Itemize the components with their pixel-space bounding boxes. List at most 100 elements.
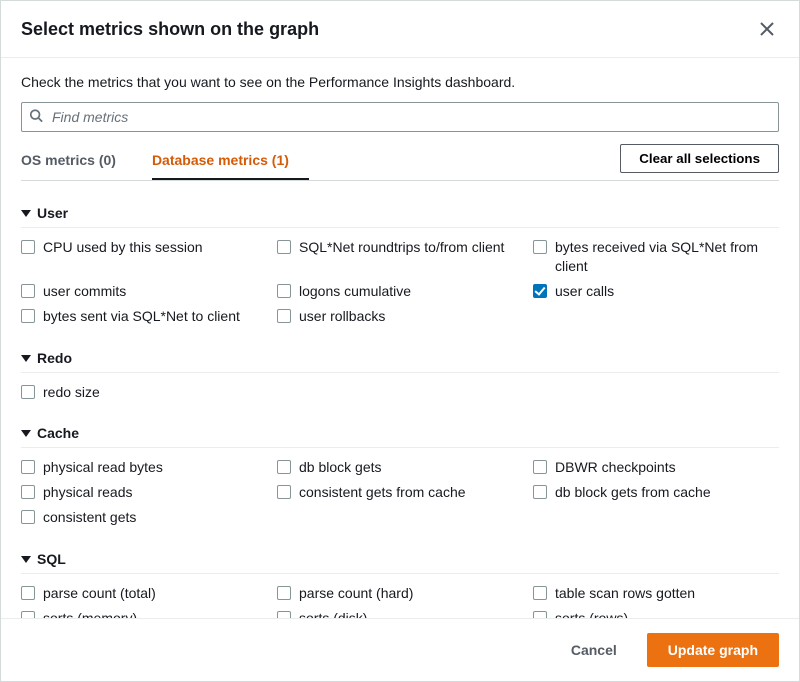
tabs-row: OS metrics (0) Database metrics (1) Clea… — [21, 142, 779, 181]
search-box — [21, 102, 779, 132]
metric-checkbox[interactable] — [533, 460, 547, 474]
metric-checkbox[interactable] — [21, 485, 35, 499]
metric-checkbox[interactable] — [533, 611, 547, 618]
instruction-text: Check the metrics that you want to see o… — [21, 74, 779, 90]
caret-down-icon — [21, 554, 31, 564]
metric-checkbox[interactable] — [277, 611, 291, 618]
metric-label: user rollbacks — [299, 307, 385, 326]
metric-item[interactable]: bytes sent via SQL*Net to client — [21, 307, 267, 326]
caret-down-icon — [21, 428, 31, 438]
metric-checkbox[interactable] — [21, 611, 35, 618]
metric-label: CPU used by this session — [43, 238, 203, 257]
metric-item[interactable]: DBWR checkpoints — [533, 458, 779, 477]
metric-item[interactable]: sorts (disk) — [277, 609, 523, 618]
metric-label: sorts (disk) — [299, 609, 367, 618]
metric-item[interactable]: user commits — [21, 282, 267, 301]
metric-checkbox[interactable] — [533, 485, 547, 499]
metric-item[interactable]: parse count (total) — [21, 584, 267, 603]
metric-label: table scan rows gotten — [555, 584, 695, 603]
metric-label: db block gets — [299, 458, 382, 477]
metric-item[interactable]: parse count (hard) — [277, 584, 523, 603]
group-body: CPU used by this session SQL*Net roundtri… — [21, 228, 779, 330]
metric-checkbox[interactable] — [21, 385, 35, 399]
metric-checkbox[interactable] — [21, 309, 35, 323]
metric-group: Cache physical read bytes db block gets DBW… — [21, 419, 779, 531]
metric-item[interactable]: consistent gets from cache — [277, 483, 523, 502]
group-header[interactable]: Redo — [21, 344, 779, 373]
metric-checkbox[interactable] — [533, 284, 547, 298]
close-button[interactable] — [755, 17, 779, 41]
metric-label: user calls — [555, 282, 614, 301]
metric-label: sorts (memory) — [43, 609, 137, 618]
search-icon — [29, 109, 43, 126]
caret-down-icon — [21, 208, 31, 218]
group-title: SQL — [37, 551, 66, 567]
metric-label: parse count (total) — [43, 584, 156, 603]
metric-item[interactable]: bytes received via SQL*Net from client — [533, 238, 779, 276]
metric-item[interactable]: consistent gets — [21, 508, 267, 527]
metric-item[interactable]: sorts (rows) — [533, 609, 779, 618]
caret-down-icon — [21, 353, 31, 363]
metric-label: db block gets from cache — [555, 483, 711, 502]
metric-label: bytes received via SQL*Net from client — [555, 238, 779, 276]
metric-item[interactable]: table scan rows gotten — [533, 584, 779, 603]
metric-label: logons cumulative — [299, 282, 411, 301]
modal-header: Select metrics shown on the graph — [1, 1, 799, 58]
group-title: Cache — [37, 425, 79, 441]
metric-label: sorts (rows) — [555, 609, 628, 618]
modal-body: Check the metrics that you want to see o… — [1, 58, 799, 618]
metric-checkbox[interactable] — [21, 460, 35, 474]
clear-all-button[interactable]: Clear all selections — [620, 144, 779, 173]
close-icon — [759, 21, 775, 37]
tab-database-metrics[interactable]: Database metrics (1) — [152, 142, 309, 180]
metric-item[interactable]: CPU used by this session — [21, 238, 267, 276]
group-title: Redo — [37, 350, 72, 366]
group-title: User — [37, 205, 68, 221]
group-header[interactable]: User — [21, 199, 779, 228]
metric-checkbox[interactable] — [277, 460, 291, 474]
modal: Select metrics shown on the graph Check … — [0, 0, 800, 682]
metric-checkbox[interactable] — [277, 309, 291, 323]
metric-checkbox[interactable] — [21, 240, 35, 254]
metric-label: physical reads — [43, 483, 133, 502]
metric-label: physical read bytes — [43, 458, 163, 477]
metric-label: parse count (hard) — [299, 584, 413, 603]
metric-checkbox[interactable] — [277, 485, 291, 499]
metric-group: User CPU used by this session SQL*Net roun… — [21, 199, 779, 330]
metric-group: Redo redo size — [21, 344, 779, 406]
tab-os-metrics[interactable]: OS metrics (0) — [21, 142, 136, 180]
metric-item[interactable]: redo size — [21, 383, 267, 402]
metric-checkbox[interactable] — [21, 284, 35, 298]
metric-item[interactable]: sorts (memory) — [21, 609, 267, 618]
metric-checkbox[interactable] — [21, 510, 35, 524]
metric-checkbox[interactable] — [277, 284, 291, 298]
group-header[interactable]: SQL — [21, 545, 779, 574]
metric-label: consistent gets — [43, 508, 136, 527]
metric-checkbox[interactable] — [533, 240, 547, 254]
search-input[interactable] — [21, 102, 779, 132]
metric-checkbox[interactable] — [277, 240, 291, 254]
modal-title: Select metrics shown on the graph — [21, 19, 319, 40]
metric-groups: User CPU used by this session SQL*Net roun… — [21, 199, 779, 618]
metric-item[interactable]: user calls — [533, 282, 779, 301]
metric-item[interactable]: physical read bytes — [21, 458, 267, 477]
modal-body-scroll[interactable]: Check the metrics that you want to see o… — [1, 58, 799, 618]
metric-item[interactable]: SQL*Net roundtrips to/from client — [277, 238, 523, 276]
metric-label: SQL*Net roundtrips to/from client — [299, 238, 504, 257]
metric-label: consistent gets from cache — [299, 483, 466, 502]
metric-item[interactable]: user rollbacks — [277, 307, 523, 326]
metric-label: bytes sent via SQL*Net to client — [43, 307, 240, 326]
metric-checkbox[interactable] — [277, 586, 291, 600]
group-header[interactable]: Cache — [21, 419, 779, 448]
cancel-button[interactable]: Cancel — [551, 633, 637, 667]
metric-item[interactable]: physical reads — [21, 483, 267, 502]
update-graph-button[interactable]: Update graph — [647, 633, 779, 667]
metric-checkbox[interactable] — [533, 586, 547, 600]
metric-item[interactable]: logons cumulative — [277, 282, 523, 301]
metric-item[interactable]: db block gets — [277, 458, 523, 477]
metric-checkbox[interactable] — [21, 586, 35, 600]
metric-label: DBWR checkpoints — [555, 458, 676, 477]
metric-item[interactable]: db block gets from cache — [533, 483, 779, 502]
group-body: physical read bytes db block gets DBWR che… — [21, 448, 779, 531]
metric-label: redo size — [43, 383, 100, 402]
